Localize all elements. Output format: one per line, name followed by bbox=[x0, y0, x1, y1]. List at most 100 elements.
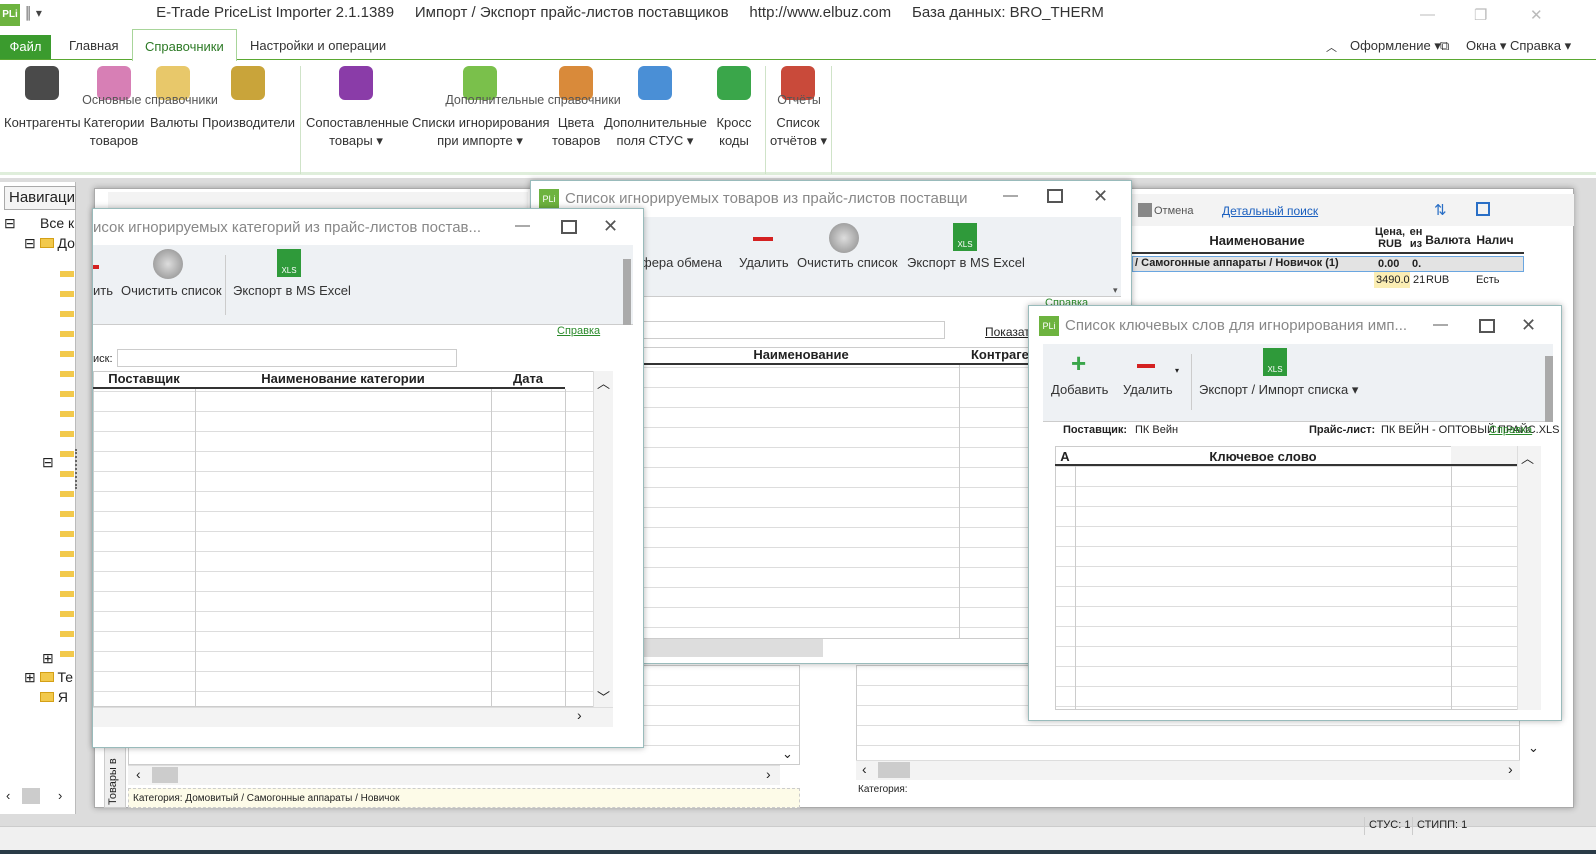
scroll-left-icon[interactable]: ‹ bbox=[136, 766, 141, 782]
delete-button[interactable]: Удалить bbox=[1123, 382, 1173, 397]
close-icon[interactable]: ✕ bbox=[1530, 6, 1543, 24]
tree-collapse-icon[interactable]: ⊟ bbox=[4, 215, 16, 232]
horizontal-scrollbar[interactable] bbox=[128, 765, 780, 785]
toolbar-overflow-icon[interactable]: ▾ bbox=[1113, 285, 1118, 296]
col-extra[interactable]: ен из bbox=[1408, 226, 1424, 250]
search-input[interactable] bbox=[117, 349, 457, 367]
panel-icon[interactable] bbox=[1476, 202, 1490, 216]
close-icon[interactable]: ✕ bbox=[1521, 315, 1536, 336]
horizontal-scroll-thumb[interactable] bbox=[878, 762, 910, 778]
clear-list-button[interactable]: Очистить список bbox=[797, 255, 898, 270]
horizontal-scrollbar[interactable] bbox=[856, 760, 1520, 780]
col-supplier[interactable]: Поставщик bbox=[93, 371, 195, 389]
minimize-icon[interactable]: — bbox=[1420, 6, 1435, 23]
delete-icon[interactable] bbox=[93, 265, 99, 269]
scroll-right-icon[interactable]: › bbox=[766, 766, 771, 782]
cancel-icon[interactable] bbox=[1138, 203, 1152, 217]
scroll-left-icon[interactable]: ‹ bbox=[6, 788, 10, 803]
close-icon[interactable]: ✕ bbox=[603, 216, 618, 237]
col-category-name[interactable]: Наименование категории bbox=[195, 371, 491, 389]
clipboard-button[interactable]: фера обмена bbox=[641, 255, 722, 270]
close-icon[interactable]: ✕ bbox=[1093, 186, 1108, 207]
help-link[interactable]: Справка bbox=[557, 325, 600, 337]
col-supplier[interactable]: Контраге bbox=[959, 347, 1029, 365]
minimize-icon[interactable]: — bbox=[515, 217, 530, 234]
ribbon-matched-products-button[interactable]: Сопоставленные товары ▾ bbox=[306, 66, 409, 150]
maximize-icon[interactable] bbox=[1047, 189, 1063, 203]
export-import-button[interactable]: Экспорт / Импорт списка ▾ bbox=[1199, 382, 1358, 398]
tree-item-te[interactable]: ⊞ Те bbox=[24, 669, 73, 686]
search-input[interactable] bbox=[643, 321, 945, 339]
col-price[interactable]: Цена, RUB bbox=[1374, 226, 1406, 250]
menu-design[interactable]: Оформление ▾ bbox=[1350, 38, 1441, 54]
clear-list-button[interactable]: Очистить список bbox=[121, 283, 222, 298]
tab-home[interactable]: Главная bbox=[69, 38, 118, 53]
scroll-up-icon[interactable]: ︿ bbox=[1521, 448, 1534, 467]
tab-references[interactable]: Справочники bbox=[132, 29, 237, 61]
maximize-icon[interactable] bbox=[561, 220, 577, 234]
col-name[interactable]: Наименование bbox=[1172, 233, 1342, 248]
scroll-down-icon[interactable]: ⌄ bbox=[1528, 740, 1539, 756]
minimize-icon[interactable]: — bbox=[1433, 316, 1448, 333]
tree-collapse-icon[interactable]: ⊟ bbox=[42, 454, 54, 471]
maximize-icon[interactable] bbox=[1479, 319, 1495, 333]
scroll-right-icon[interactable]: › bbox=[1508, 761, 1513, 777]
col-product-name[interactable]: Наименование bbox=[643, 347, 959, 365]
vertical-scrollbar[interactable] bbox=[593, 371, 613, 707]
scroll-left-icon[interactable]: ‹ bbox=[862, 761, 867, 777]
splitter-handle[interactable] bbox=[75, 449, 83, 489]
scroll-down-icon[interactable]: ﹀ bbox=[597, 687, 610, 706]
cancel-button[interactable]: Отмена bbox=[1154, 205, 1193, 217]
add-button[interactable]: Добавить bbox=[1051, 382, 1108, 397]
detail-search-link[interactable]: Детальный поиск bbox=[1222, 204, 1318, 218]
toolbar-scroll[interactable] bbox=[1545, 356, 1553, 422]
delete-button[interactable]: ить bbox=[93, 283, 113, 298]
export-excel-button[interactable]: Экспорт в MS Excel bbox=[233, 283, 351, 298]
help-link[interactable]: Справка bbox=[1489, 424, 1532, 436]
ribbon-product-colors-button[interactable]: Цвета товаров bbox=[552, 66, 600, 150]
tree-item-ya[interactable]: Я bbox=[40, 689, 68, 705]
minimize-icon[interactable]: — bbox=[1003, 187, 1018, 204]
delete-button[interactable]: Удалить bbox=[739, 255, 789, 270]
scroll-down-icon[interactable]: ⌄ bbox=[782, 746, 793, 762]
horizontal-scroll-thumb[interactable] bbox=[22, 788, 40, 804]
windows-icon[interactable]: ⧉ bbox=[1440, 38, 1449, 54]
col-keyword[interactable]: Ключевое слово bbox=[1075, 446, 1451, 466]
toolbar-scroll[interactable] bbox=[623, 259, 631, 325]
col-availability[interactable]: Налич bbox=[1472, 233, 1518, 247]
export-excel-button[interactable]: Экспорт в MS Excel bbox=[907, 255, 1025, 270]
ribbon-extra-fields-button[interactable]: Дополнительные поля СТУС ▾ bbox=[604, 66, 707, 150]
horizontal-scroll-thumb[interactable] bbox=[152, 767, 178, 783]
scroll-right-icon[interactable]: › bbox=[58, 788, 62, 803]
delete-icon[interactable] bbox=[1137, 364, 1155, 368]
tree-item-all[interactable]: Все к bbox=[40, 215, 74, 231]
col-date[interactable]: Дата bbox=[491, 371, 565, 389]
ribbon-reports-list-button[interactable]: Список отчётов ▾ bbox=[770, 66, 827, 150]
excel-icon[interactable]: XLS bbox=[1263, 348, 1287, 376]
side-tab-products[interactable]: Товары в bbox=[104, 740, 126, 808]
ribbon-ignore-lists-button[interactable]: Списки игнорирования при импорте ▾ bbox=[412, 66, 550, 150]
group-row[interactable]: / Самогонные аппараты / Новичок (1) bbox=[1132, 256, 1524, 272]
horizontal-scrollbar[interactable] bbox=[93, 707, 613, 727]
collapse-ribbon-icon[interactable]: ︿ bbox=[1326, 39, 1337, 55]
delete-dropdown-icon[interactable]: ▾ bbox=[1175, 366, 1179, 375]
ribbon-cross-codes-button[interactable]: Кросс коды bbox=[712, 66, 756, 150]
database-icon[interactable] bbox=[153, 249, 183, 279]
delete-icon[interactable] bbox=[753, 237, 773, 241]
col-currency[interactable]: Валюта bbox=[1424, 233, 1472, 247]
excel-icon[interactable]: XLS bbox=[953, 223, 977, 251]
menu-help[interactable]: Справка ▾ bbox=[1510, 38, 1571, 54]
sort-icon[interactable]: ⇅ bbox=[1434, 201, 1447, 219]
menu-windows[interactable]: Окна ▾ bbox=[1466, 38, 1506, 54]
ribbon-product-categories-button[interactable]: Категории товаров bbox=[82, 66, 146, 150]
database-icon[interactable] bbox=[829, 223, 859, 253]
tree-collapse-icon[interactable]: ⊟ До bbox=[24, 235, 75, 252]
col-a[interactable]: А bbox=[1055, 446, 1075, 466]
excel-icon[interactable]: XLS bbox=[277, 249, 301, 277]
tab-settings[interactable]: Настройки и операции bbox=[250, 38, 386, 53]
horizontal-scroll-thumb[interactable] bbox=[643, 639, 823, 657]
vertical-scrollbar[interactable] bbox=[1517, 446, 1541, 710]
add-icon[interactable]: + bbox=[1071, 348, 1086, 379]
scroll-right-icon[interactable]: › bbox=[577, 707, 582, 723]
scroll-up-icon[interactable]: ︿ bbox=[597, 373, 610, 392]
